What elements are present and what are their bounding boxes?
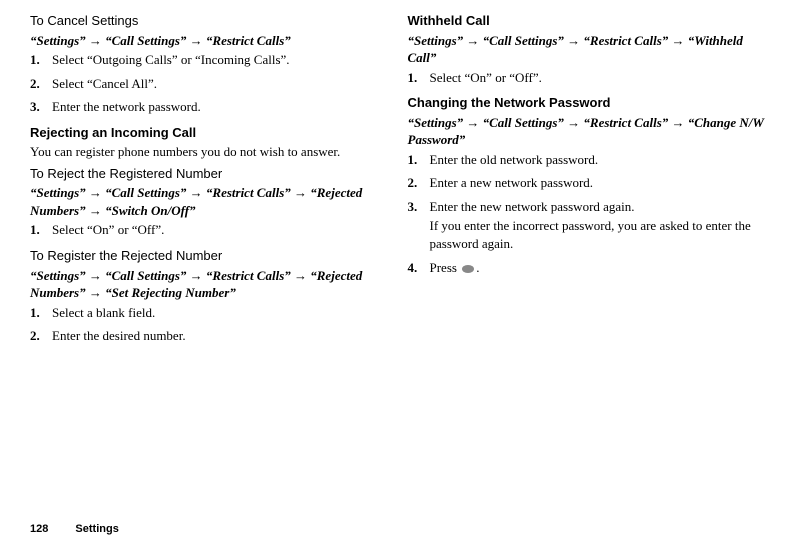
step-item: Press . bbox=[408, 259, 766, 277]
heading-register-rejected: To Register the Rejected Number bbox=[30, 247, 388, 265]
page-number: 128 bbox=[30, 523, 48, 535]
step-item: Enter the desired number. bbox=[30, 327, 388, 345]
body-rejecting: You can register phone numbers you do no… bbox=[30, 143, 388, 161]
steps-change-pw: Enter the old network password. Enter a … bbox=[408, 151, 766, 276]
nav-path-cancel: “Settings” → “Call Settings” → “Restrict… bbox=[30, 32, 388, 50]
steps-set-rejecting: Select a blank field. Enter the desired … bbox=[30, 304, 388, 345]
step-item: Select “Outgoing Calls” or “Incoming Cal… bbox=[30, 51, 388, 69]
step-item: Select “Cancel All”. bbox=[30, 75, 388, 93]
heading-cancel-settings: To Cancel Settings bbox=[30, 12, 388, 30]
step-subtext: If you enter the incorrect password, you… bbox=[430, 217, 766, 252]
heading-change-password: Changing the Network Password bbox=[408, 94, 766, 112]
center-key-icon bbox=[462, 265, 474, 273]
steps-cancel: Select “Outgoing Calls” or “Incoming Cal… bbox=[30, 51, 388, 116]
step-item: Select a blank field. bbox=[30, 304, 388, 322]
section-name: Settings bbox=[75, 523, 118, 535]
nav-path-withheld: “Settings” → “Call Settings” → “Restrict… bbox=[408, 32, 766, 67]
step-text-post: . bbox=[476, 260, 479, 275]
nav-path-change-pw: “Settings” → “Call Settings” → “Restrict… bbox=[408, 114, 766, 149]
heading-rejecting-call: Rejecting an Incoming Call bbox=[30, 124, 388, 142]
page-content: To Cancel Settings “Settings” → “Call Se… bbox=[30, 8, 765, 353]
step-item: Select “On” or “Off”. bbox=[408, 69, 766, 87]
step-item: Enter the network password. bbox=[30, 98, 388, 116]
step-item: Enter a new network password. bbox=[408, 174, 766, 192]
step-text-pre: Press bbox=[430, 260, 461, 275]
step-item: Enter the new network password again. If… bbox=[408, 198, 766, 253]
step-item: Enter the old network password. bbox=[408, 151, 766, 169]
steps-withheld: Select “On” or “Off”. bbox=[408, 69, 766, 87]
nav-path-reject-switch: “Settings” → “Call Settings” → “Restrict… bbox=[30, 184, 388, 219]
left-column: To Cancel Settings “Settings” → “Call Se… bbox=[30, 8, 388, 353]
heading-reject-number: To Reject the Registered Number bbox=[30, 165, 388, 183]
right-column: Withheld Call “Settings” → “Call Setting… bbox=[408, 8, 766, 353]
step-item: Select “On” or “Off”. bbox=[30, 221, 388, 239]
step-text: Enter the new network password again. bbox=[430, 199, 635, 214]
steps-reject-switch: Select “On” or “Off”. bbox=[30, 221, 388, 239]
page-footer: 128 Settings bbox=[30, 522, 119, 537]
nav-path-set-rejecting: “Settings” → “Call Settings” → “Restrict… bbox=[30, 267, 388, 302]
heading-withheld-call: Withheld Call bbox=[408, 12, 766, 30]
